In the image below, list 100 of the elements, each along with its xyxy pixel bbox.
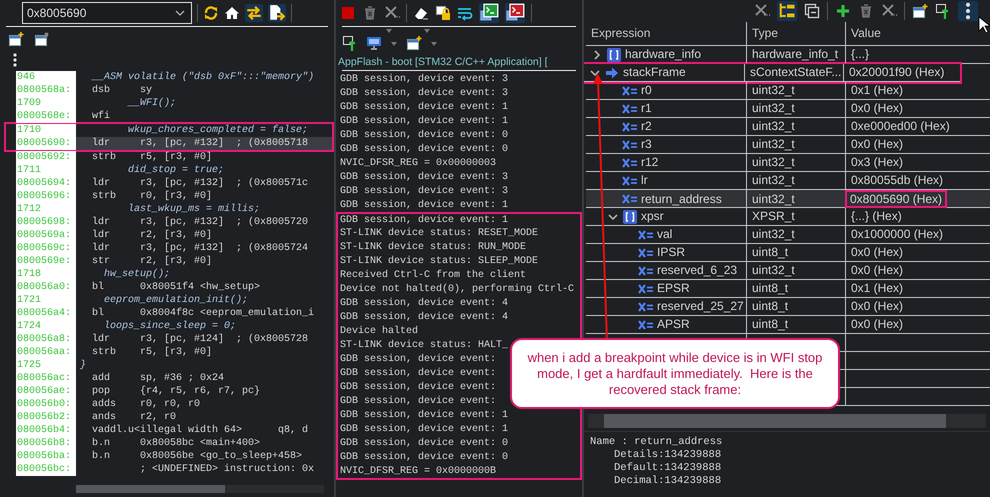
tree-row[interactable]: return_address uint32_t 0x8005690 (Hex) xyxy=(586,190,990,208)
scrollbar-thumb[interactable] xyxy=(76,485,225,493)
tree-row[interactable]: r3 uint32_t 0x0 (Hex) xyxy=(586,136,990,154)
tree-row[interactable]: hardware_info hardware_info_t {...} xyxy=(586,46,990,64)
line-number: 1724 xyxy=(16,320,76,333)
column-header[interactable]: Type xyxy=(747,22,846,45)
address-label: 080056a0: xyxy=(16,281,76,294)
address-label: 080056b4: xyxy=(16,424,76,437)
line-number: 1721 xyxy=(16,294,76,307)
source-code-line: __ASM volatile ("dsb 0xF":::"memory") xyxy=(90,71,316,84)
console-line: GDB session, device event: 3 xyxy=(340,185,508,199)
console-line: GDB session, device event: 0 xyxy=(340,143,508,157)
new-window-icon[interactable] xyxy=(912,3,928,19)
line-number: 1718 xyxy=(16,268,76,281)
assembly-instruction: strb r5, [r3, #0] xyxy=(91,346,214,359)
expression-name: reserved_25_27 xyxy=(657,298,744,315)
mouse-cursor-icon xyxy=(978,16,990,34)
tree-row[interactable]: reserved_25_27 uint8_t 0x0 (Hex) xyxy=(586,298,990,316)
tree-row[interactable]: r0 uint32_t 0x1 (Hex) xyxy=(586,82,990,100)
add-icon[interactable] xyxy=(835,3,851,19)
tree-layout-icon[interactable] xyxy=(777,1,797,21)
source-code-line: last_wkup_ms = millis; xyxy=(127,203,262,216)
value-text: {...} (Hex) xyxy=(851,208,902,225)
type-name: uint32_t xyxy=(752,262,795,279)
annotation-callout: when i add a breakpoint while device is in WFI stop mode, I get a hardfault immediately. Here is the recovered stack frame: xyxy=(510,338,840,409)
more-options-icon[interactable] xyxy=(958,1,978,21)
console-title: AppFlash - boot [STM32 C/C++ Application] [ xyxy=(337,55,549,70)
value-text: 0x0 (Hex) xyxy=(851,298,904,315)
line-number: 1709 xyxy=(16,97,76,110)
type-name: hardware_info_t xyxy=(752,46,838,63)
detail-line: Name : return_address xyxy=(590,436,722,449)
tree-row[interactable]: APSR uint8_t 0x0 (Hex) xyxy=(586,316,990,334)
assembly-instruction: wfi xyxy=(91,110,112,123)
console-line: GDB session, device event: 1 xyxy=(336,212,582,227)
eraser-icon[interactable] xyxy=(413,5,429,21)
console-line: GDB session, device event: 4 xyxy=(336,297,582,311)
tree-row[interactable]: IPSR uint8_t 0x0 (Hex) xyxy=(586,244,990,262)
address-label: 080056a8: xyxy=(16,333,76,346)
terminal-icon[interactable] xyxy=(479,3,499,23)
address-label: 0800569c: xyxy=(16,242,76,255)
source-code-line: hw_setup(); xyxy=(103,268,172,281)
console-line: ST-LINK device status: RESET_MODE xyxy=(336,227,582,241)
line-number: 946 xyxy=(16,71,76,84)
collapse-all-icon[interactable] xyxy=(804,3,820,19)
expression-name: APSR xyxy=(657,316,690,333)
assembly-instruction: adds r0, r0, r0 xyxy=(91,398,202,411)
column-header[interactable]: Expression xyxy=(586,22,747,45)
console-line: ST-LINK device status: SLEEP_MODE xyxy=(336,255,582,269)
refresh-icon[interactable] xyxy=(203,5,219,21)
type-name: uint32_t xyxy=(752,190,795,208)
terminal-icon[interactable] xyxy=(505,3,525,23)
source-code-line: loops_since_sleep = 0; xyxy=(103,320,238,333)
type-name: uint32_t xyxy=(752,226,795,243)
value-text: {...} xyxy=(851,46,870,63)
console-line: Device not halted(0), performing Ctrl-C xyxy=(336,283,582,297)
type-name: uint32_t xyxy=(752,82,795,99)
swap-arrows-icon[interactable] xyxy=(245,4,263,22)
lock-icon[interactable] xyxy=(435,5,451,21)
monitor-icon[interactable] xyxy=(366,35,382,51)
new-window-icon[interactable] xyxy=(8,31,24,47)
source-code-line: eeprom_emulation_init(); xyxy=(103,294,250,307)
console-line: GDB session, device event: 1 xyxy=(340,199,508,213)
pin-window-icon[interactable] xyxy=(34,31,50,47)
column-header[interactable]: Value xyxy=(846,22,990,45)
expression-name: EPSR xyxy=(657,280,690,297)
value-text: 0x1 (Hex) xyxy=(851,82,904,99)
value-text: 0x1 (Hex) xyxy=(851,280,904,297)
address-label: 0800568e: xyxy=(16,110,76,123)
address-field[interactable]: 0x8005690 xyxy=(22,2,192,24)
tree-row[interactable]: r1 uint32_t 0x0 (Hex) xyxy=(586,100,990,118)
home-icon[interactable] xyxy=(224,5,240,21)
value-text: 0x20001f90 (Hex) xyxy=(849,64,944,81)
word-wrap-icon[interactable] xyxy=(457,5,473,21)
pointer-arrow-icon xyxy=(604,64,620,80)
console-line: Received Ctrl-C from the client xyxy=(336,269,582,283)
tree-row[interactable]: val uint32_t 0x1000000 (Hex) xyxy=(586,226,990,244)
type-name: uint32_t xyxy=(752,172,795,189)
stop-icon[interactable] xyxy=(340,5,356,21)
expression-name: val xyxy=(657,226,672,243)
console-line: GDB session, device event: 1 xyxy=(336,423,582,437)
tree-row[interactable]: r2 uint32_t 0xe000ed00 (Hex) xyxy=(586,118,990,136)
pin-icon[interactable] xyxy=(342,35,358,51)
struct-icon xyxy=(606,46,622,62)
assembly-instruction: dsb sy xyxy=(91,84,154,97)
tree-row[interactable]: stackFrame sContextStateF... 0x20001f90 (Hex) xyxy=(584,64,960,82)
tree-row[interactable]: EPSR uint8_t 0x1 (Hex) xyxy=(586,280,990,298)
horizontal-scrollbar[interactable] xyxy=(76,485,324,493)
new-console-icon[interactable] xyxy=(406,35,422,51)
tree-row[interactable]: r12 uint32_t 0x3 (Hex) xyxy=(586,154,990,172)
assembly-instruction: strb r0, [r3, #0] xyxy=(91,190,214,203)
trash-icon[interactable] xyxy=(362,5,378,21)
tree-row[interactable]: reserved_6_23 uint32_t 0x0 (Hex) xyxy=(586,262,990,280)
assembly-instruction: pop {r4, r5, r6, r7, pc} xyxy=(91,385,262,398)
address-label: 080056b8: xyxy=(16,437,76,450)
trash-icon[interactable] xyxy=(858,3,874,19)
pin-icon[interactable] xyxy=(935,3,951,19)
expression-name: return_address xyxy=(641,190,722,208)
line-number: 1725 xyxy=(16,359,76,372)
tree-row[interactable]: xpsr XPSR_t {...} (Hex) xyxy=(586,208,990,226)
console-line: NVIC_DFSR_REG = 0x0000000B xyxy=(336,465,582,480)
